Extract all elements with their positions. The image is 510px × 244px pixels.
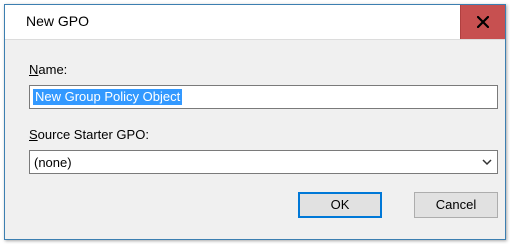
starter-label-text: ource Starter GPO: bbox=[37, 127, 149, 142]
new-gpo-dialog: New GPO Name: New Group Policy Object So… bbox=[4, 4, 506, 240]
starter-gpo-selected-value: (none) bbox=[34, 155, 72, 170]
dialog-body: Name: New Group Policy Object Source Sta… bbox=[5, 39, 505, 239]
source-starter-gpo-select[interactable]: (none) bbox=[29, 150, 498, 174]
close-button[interactable] bbox=[460, 5, 505, 39]
title-bar[interactable]: New GPO bbox=[5, 5, 505, 39]
chevron-down-icon[interactable] bbox=[482, 159, 492, 166]
name-label: Name: bbox=[29, 62, 67, 77]
cancel-button[interactable]: Cancel bbox=[414, 192, 498, 218]
name-label-text: ame: bbox=[38, 62, 68, 77]
starter-label-accesskey: S bbox=[29, 127, 38, 142]
source-starter-gpo-label: Source Starter GPO: bbox=[29, 127, 149, 142]
close-icon bbox=[477, 16, 489, 28]
name-label-accesskey: N bbox=[29, 62, 39, 77]
name-field-selected-text: New Group Policy Object bbox=[33, 89, 183, 105]
name-field[interactable]: New Group Policy Object bbox=[29, 85, 498, 109]
ok-button[interactable]: OK bbox=[298, 192, 382, 218]
window-title: New GPO bbox=[26, 13, 90, 29]
